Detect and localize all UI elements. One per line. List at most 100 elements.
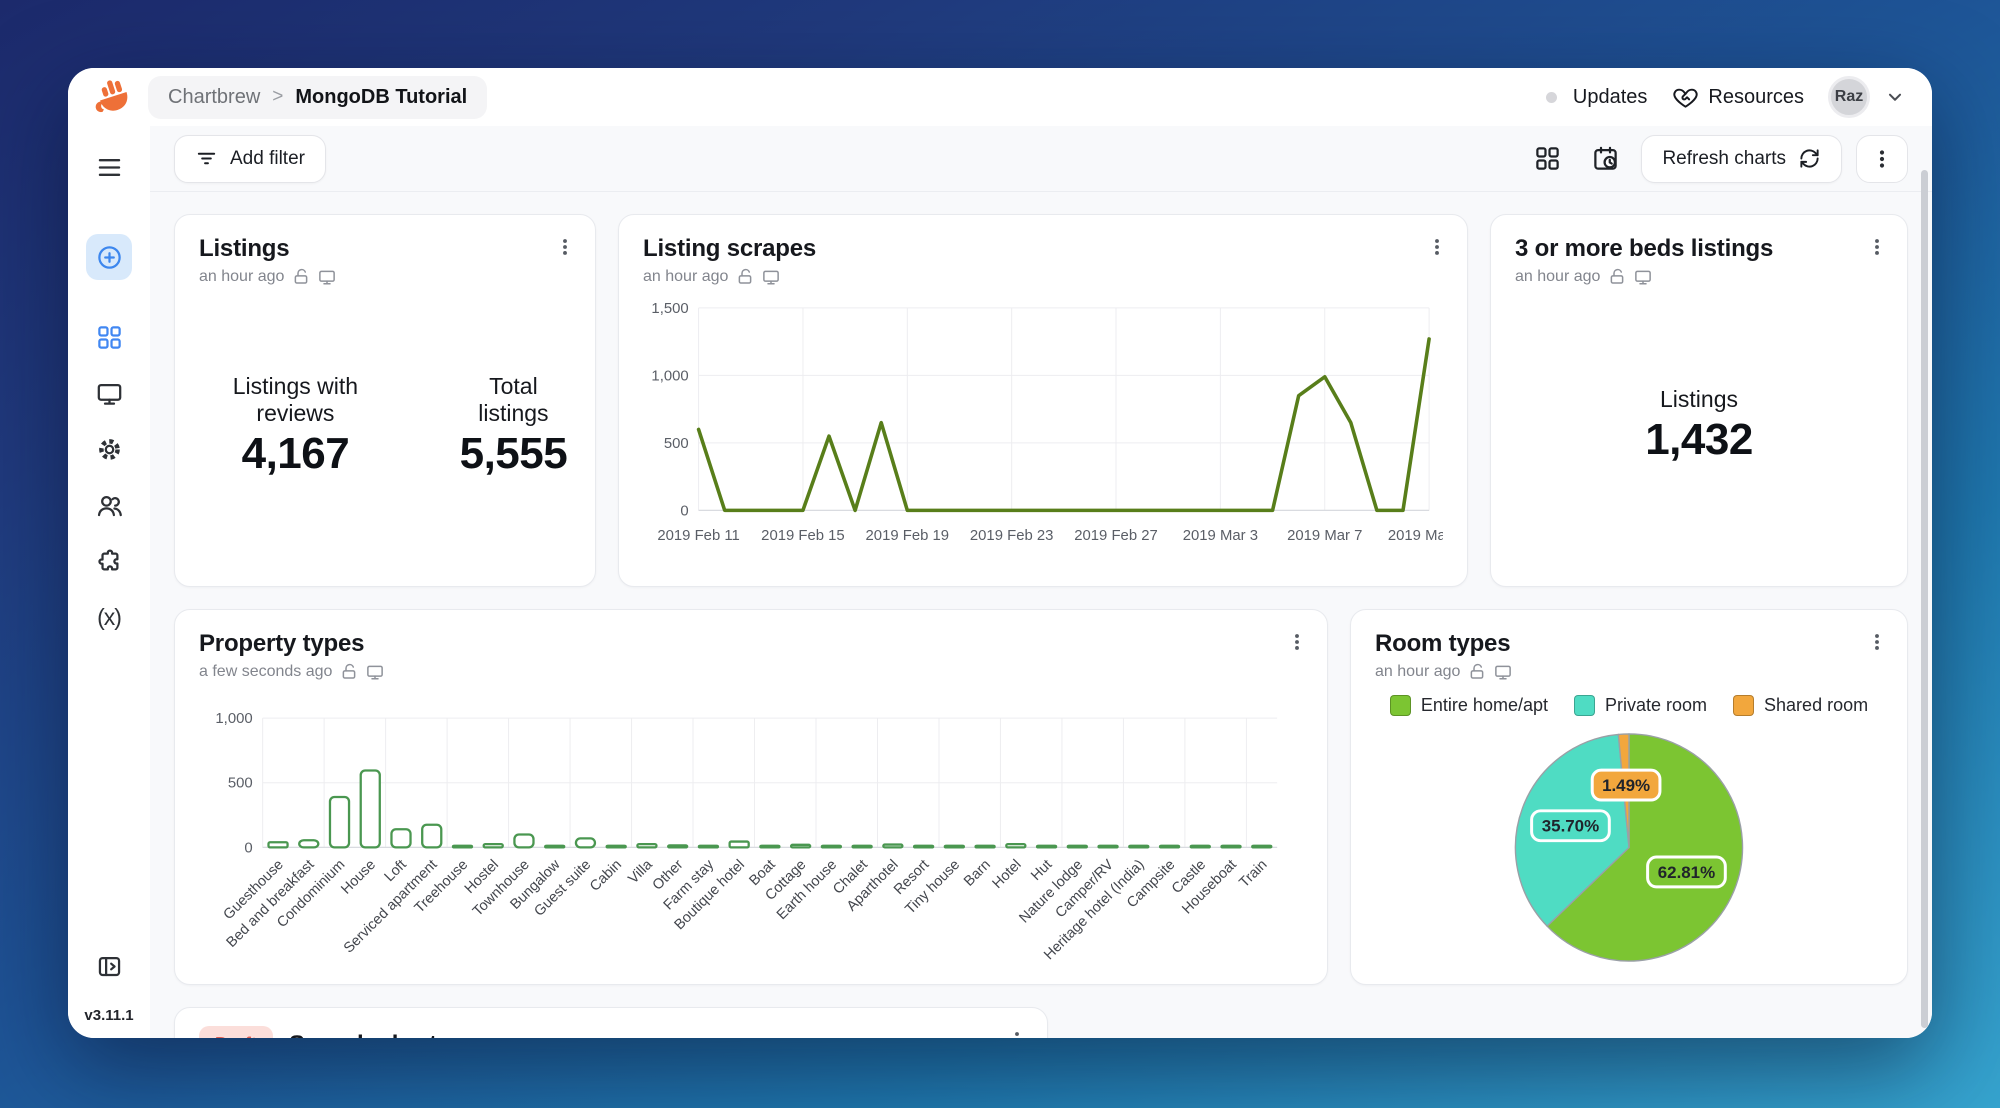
sidebar-settings-button[interactable] bbox=[86, 426, 132, 472]
monitor-icon bbox=[762, 268, 780, 286]
legend-swatch bbox=[1733, 695, 1754, 716]
card-menu-button[interactable] bbox=[1279, 624, 1315, 660]
card-menu-button[interactable] bbox=[1859, 624, 1895, 660]
card-title: Listings bbox=[199, 235, 571, 263]
card-meta-time: a few seconds ago bbox=[199, 663, 332, 681]
card-meta: an hour ago bbox=[643, 268, 1443, 286]
breadcrumb-page[interactable]: MongoDB Tutorial bbox=[295, 86, 467, 109]
svg-text:Barn: Barn bbox=[961, 857, 994, 890]
variables-icon: (x) bbox=[97, 604, 121, 631]
resources-link[interactable]: Resources bbox=[1708, 86, 1804, 109]
draft-badge: Draft bbox=[199, 1026, 273, 1038]
kebab-icon bbox=[554, 236, 576, 258]
sidebar-menu-button[interactable] bbox=[86, 144, 132, 190]
kpi-label: Listings with reviews bbox=[199, 373, 392, 427]
panel-expand-icon bbox=[96, 953, 123, 980]
svg-text:35.70%: 35.70% bbox=[1542, 817, 1599, 836]
charts-row-2: Property types a few seconds ago 0 500 1,0… bbox=[174, 609, 1908, 985]
scrollbar-thumb[interactable] bbox=[1921, 170, 1928, 1028]
sidebar-integrations-button[interactable] bbox=[86, 538, 132, 584]
sidebar-add-chart-button[interactable] bbox=[86, 234, 132, 280]
svg-text:1.49%: 1.49% bbox=[1602, 776, 1650, 795]
svg-text:1,500: 1,500 bbox=[651, 301, 688, 317]
card-menu-button[interactable] bbox=[999, 1022, 1035, 1038]
svg-text:Hotel: Hotel bbox=[990, 857, 1025, 892]
sidebar-report-button[interactable] bbox=[86, 370, 132, 416]
card-property-types: Property types a few seconds ago 0 500 1,0… bbox=[174, 609, 1328, 985]
svg-text:2019 Mar 11: 2019 Mar 11 bbox=[1388, 528, 1443, 544]
chartbrew-logo[interactable] bbox=[88, 74, 134, 120]
legend-label: Shared room bbox=[1764, 695, 1868, 716]
svg-text:2019 Mar 3: 2019 Mar 3 bbox=[1183, 528, 1258, 544]
refresh-charts-button[interactable]: Refresh charts bbox=[1641, 135, 1842, 183]
svg-text:500: 500 bbox=[664, 436, 689, 452]
card-room-types: Room types an hour ago Entir bbox=[1350, 609, 1908, 985]
heart-handshake-icon bbox=[1673, 85, 1698, 110]
kebab-icon bbox=[1286, 631, 1308, 653]
kpi-listings-with-reviews: Listings with reviews 4,167 bbox=[199, 373, 392, 479]
line-chart-area: 05001,0001,5002019 Feb 112019 Feb 152019… bbox=[643, 296, 1443, 566]
hamburger-icon bbox=[96, 154, 123, 181]
card-menu-button[interactable] bbox=[547, 229, 583, 265]
pie-legend: Entire home/apt Private room Shared room bbox=[1375, 695, 1883, 716]
add-filter-button[interactable]: Add filter bbox=[174, 135, 326, 183]
charts-grid: Listings an hour ago Listings with revie… bbox=[150, 192, 1932, 1038]
svg-text:2019 Feb 11: 2019 Feb 11 bbox=[657, 528, 739, 544]
card-listings: Listings an hour ago Listings with revie… bbox=[174, 214, 596, 587]
add-filter-label: Add filter bbox=[230, 148, 305, 170]
svg-text:1,000: 1,000 bbox=[215, 711, 252, 727]
kpi-value: 4,167 bbox=[199, 429, 392, 479]
card-menu-button[interactable] bbox=[1859, 229, 1895, 265]
dashboard-menu-button[interactable] bbox=[1856, 135, 1908, 183]
sidebar-variables-button[interactable]: (x) bbox=[86, 594, 132, 640]
svg-text:500: 500 bbox=[228, 776, 253, 792]
updates-indicator-dot bbox=[1546, 92, 1557, 103]
card-meta-time: an hour ago bbox=[199, 268, 284, 286]
updates-link[interactable]: Updates bbox=[1573, 86, 1648, 109]
monitor-icon bbox=[318, 268, 336, 286]
kpi-value: 5,555 bbox=[456, 429, 571, 479]
card-menu-button[interactable] bbox=[1419, 229, 1455, 265]
card-title: Listing scrapes bbox=[643, 235, 1443, 263]
layout-grid-icon bbox=[1534, 145, 1561, 172]
kpi-label: Total listings bbox=[456, 373, 571, 427]
card-meta: a few seconds ago bbox=[199, 663, 1303, 681]
card-meta-time: an hour ago bbox=[1515, 268, 1600, 286]
svg-text:2019 Feb 23: 2019 Feb 23 bbox=[970, 528, 1054, 544]
kebab-icon bbox=[1426, 236, 1448, 258]
plus-circle-icon bbox=[96, 244, 123, 271]
calendar-clock-icon bbox=[1592, 145, 1619, 172]
legend-private-room[interactable]: Private room bbox=[1574, 695, 1707, 716]
svg-text:Train: Train bbox=[1236, 857, 1270, 891]
sidebar-expand-button[interactable] bbox=[86, 943, 132, 989]
layout-button[interactable] bbox=[1525, 137, 1569, 181]
legend-swatch bbox=[1390, 695, 1411, 716]
breadcrumb-app[interactable]: Chartbrew bbox=[168, 86, 260, 109]
sidebar-team-button[interactable] bbox=[86, 482, 132, 528]
app-version: v3.11.1 bbox=[84, 1007, 133, 1024]
legend-swatch bbox=[1574, 695, 1595, 716]
gear-icon bbox=[96, 436, 123, 463]
legend-shared-room[interactable]: Shared room bbox=[1733, 695, 1868, 716]
grid-icon bbox=[96, 324, 123, 351]
card-title: 3 or more beds listings bbox=[1515, 235, 1883, 263]
svg-text:0: 0 bbox=[244, 840, 252, 856]
line-chart: 05001,0001,5002019 Feb 112019 Feb 152019… bbox=[643, 296, 1443, 566]
lock-open-icon bbox=[1468, 663, 1486, 681]
sidebar: (x) v3.11.1 bbox=[68, 126, 150, 1038]
filter-icon bbox=[195, 147, 218, 170]
card-title: Property types bbox=[199, 630, 1303, 658]
chevron-down-icon[interactable] bbox=[1884, 86, 1906, 108]
schedule-button[interactable] bbox=[1583, 137, 1627, 181]
kpi-beds-listings: Listings 1,432 bbox=[1645, 386, 1753, 465]
svg-text:House: House bbox=[338, 857, 379, 898]
pie-chart-area: 62.81%35.70%1.49% bbox=[1375, 720, 1883, 971]
toolbar-right: Refresh charts bbox=[1525, 135, 1908, 183]
legend-entire-home[interactable]: Entire home/apt bbox=[1390, 695, 1548, 716]
svg-text:2019 Feb 27: 2019 Feb 27 bbox=[1074, 528, 1158, 544]
sidebar-dashboard-button[interactable] bbox=[86, 314, 132, 360]
monitor-icon bbox=[1634, 268, 1652, 286]
legend-label: Entire home/apt bbox=[1421, 695, 1548, 716]
svg-text:Cabin: Cabin bbox=[587, 857, 625, 895]
avatar[interactable]: Raz bbox=[1828, 76, 1870, 118]
